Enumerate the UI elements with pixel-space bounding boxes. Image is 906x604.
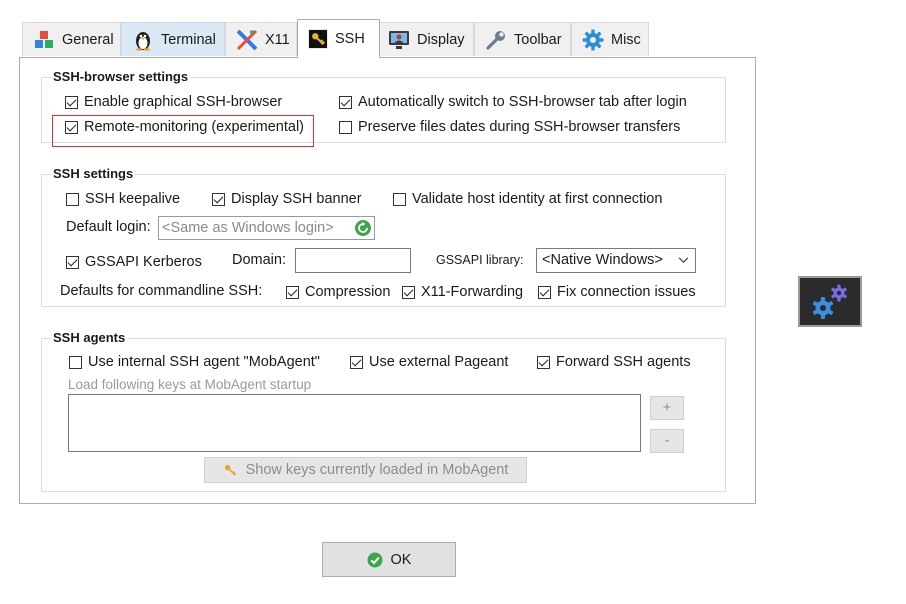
gssapi-kerberos-label: GSSAPI Kerberos [85,254,202,270]
add-key-label: + [662,400,672,416]
settings-badge [798,276,862,327]
forward-agents-label: Forward SSH agents [556,354,691,370]
enable-ssh-browser-label: Enable graphical SSH-browser [84,94,283,110]
x11-forwarding-label: X11-Forwarding [421,284,524,300]
tab-terminal-label: Terminal [161,31,216,48]
checkbox-box[interactable] [393,192,406,206]
compression-checkbox[interactable]: Compression [286,284,390,300]
validate-host-label: Validate host identity at first connecti… [412,191,663,207]
external-pageant-checkbox[interactable]: Use external Pageant [350,354,508,370]
checkbox-box[interactable] [66,255,79,269]
gssapi-library-select[interactable]: <Native Windows> [536,248,696,273]
gears-icon [812,284,847,319]
colored-cubes-icon [35,30,53,48]
checkbox-box[interactable] [538,285,551,299]
check-circle-icon [367,552,383,567]
tab-x11[interactable]: X11 [225,22,297,56]
tab-terminal[interactable]: Terminal [121,22,225,56]
refresh-icon[interactable] [354,219,372,237]
penguin-icon [136,31,150,51]
tab-misc-label: Misc [611,31,641,48]
tab-ssh[interactable]: SSH [297,19,380,58]
fix-connection-checkbox[interactable]: Fix connection issues [538,284,696,300]
display-banner-label: Display SSH banner [231,191,362,207]
ssh-keepalive-label: SSH keepalive [85,191,181,207]
remove-key-label: - [664,433,670,449]
auto-switch-label: Automatically switch to SSH-browser tab … [358,94,687,110]
key-icon [224,464,236,476]
checkbox-box[interactable] [339,120,352,134]
remote-monitoring-label: Remote-monitoring (experimental) [84,119,304,135]
ssh-browser-group-title: SSH-browser settings [51,69,191,84]
ssh-settings-group-title: SSH settings [51,166,136,181]
show-keys-label: Show keys currently loaded in MobAgent [245,462,509,478]
preserve-dates-checkbox[interactable]: Preserve files dates during SSH-browser … [339,119,680,135]
checkbox-box[interactable] [212,192,225,206]
monitor-user-icon [389,30,409,49]
compression-label: Compression [305,284,391,300]
gssapi-kerberos-checkbox[interactable]: GSSAPI Kerberos [66,254,202,270]
tab-ssh-label: SSH [335,31,365,47]
domain-field[interactable] [295,248,411,273]
internal-agent-label: Use internal SSH agent "MobAgent" [88,354,320,370]
keys-list-label: Load following keys at MobAgent startup [68,377,312,392]
x11-forwarding-checkbox[interactable]: X11-Forwarding [402,284,523,300]
checkbox-box[interactable] [65,120,78,134]
show-keys-button[interactable]: Show keys currently loaded in MobAgent [204,457,527,483]
checkbox-box[interactable] [537,355,550,369]
x11-logo-icon [236,29,258,50]
tab-general-label: General [62,31,114,48]
checkbox-box[interactable] [402,285,415,299]
external-pageant-label: Use external Pageant [369,354,509,370]
remote-monitoring-checkbox[interactable]: Remote-monitoring (experimental) [65,119,304,135]
tab-toolbar[interactable]: Toolbar [474,22,571,56]
forward-agents-checkbox[interactable]: Forward SSH agents [537,354,691,370]
ok-label: OK [390,551,412,568]
wrench-icon [486,30,505,50]
gear-icon [582,29,604,50]
validate-host-checkbox[interactable]: Validate host identity at first connecti… [393,191,662,207]
default-login-field[interactable]: <Same as Windows login> [158,216,375,240]
tab-display-label: Display [417,31,465,48]
checkbox-box[interactable] [66,192,79,206]
add-key-button[interactable]: + [650,396,684,420]
ssh-agents-group-title: SSH agents [51,330,128,345]
default-login-placeholder: <Same as Windows login> [162,220,334,236]
ssh-keepalive-checkbox[interactable]: SSH keepalive [66,191,180,207]
tab-toolbar-label: Toolbar [514,31,562,48]
checkbox-box[interactable] [339,95,352,109]
checkbox-box[interactable] [65,95,78,109]
display-banner-checkbox[interactable]: Display SSH banner [212,191,362,207]
tab-general[interactable]: General [22,22,121,56]
tab-display[interactable]: Display [377,22,474,56]
defaults-commandline-label: Defaults for commandline SSH: [60,283,263,299]
checkbox-box[interactable] [286,285,299,299]
ok-button[interactable]: OK [322,542,456,577]
preserve-dates-label: Preserve files dates during SSH-browser … [358,119,681,135]
gssapi-library-value: <Native Windows> [542,252,663,268]
checkbox-box[interactable] [350,355,363,369]
chevron-down-icon [678,257,689,264]
tab-x11-label: X11 [265,31,290,48]
checkbox-box[interactable] [69,355,82,369]
gssapi-library-label: GSSAPI library: [436,253,524,267]
enable-ssh-browser-checkbox[interactable]: Enable graphical SSH-browser [65,94,282,110]
domain-label: Domain: [232,252,286,268]
keys-list[interactable] [68,394,641,452]
remove-key-button[interactable]: - [650,429,684,453]
fix-connection-label: Fix connection issues [557,284,696,300]
internal-agent-checkbox[interactable]: Use internal SSH agent "MobAgent" [69,354,320,370]
default-login-label: Default login: [66,219,151,235]
key-icon [308,29,328,49]
auto-switch-checkbox[interactable]: Automatically switch to SSH-browser tab … [339,94,687,110]
tab-misc[interactable]: Misc [571,22,649,56]
